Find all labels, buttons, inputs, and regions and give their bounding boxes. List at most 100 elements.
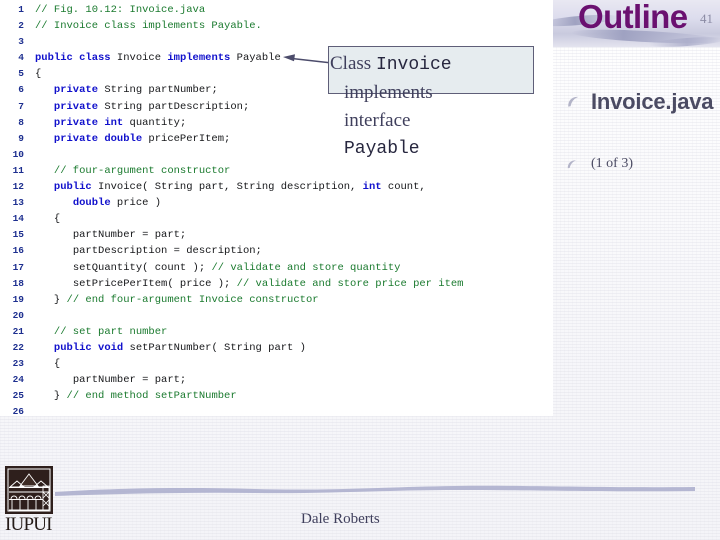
code-line-number: 22	[12, 341, 24, 353]
code-line: 1 // Fig. 10.12: Invoice.java	[0, 2, 463, 18]
code-token: // Fig. 10.12: Invoice.java	[35, 4, 206, 16]
code-token: Invoice( String part, String description…	[98, 181, 363, 194]
code-token: int	[362, 181, 388, 194]
code-line-number: 10	[12, 148, 24, 160]
code-token: String partNumber;	[104, 84, 218, 97]
code-token: // validate and store price per item	[236, 277, 464, 290]
code-token: private int	[53, 116, 130, 129]
code-token: // end method setPartNumber	[66, 390, 237, 403]
code-token: // end four-argument Invoice constructor	[66, 293, 319, 306]
code-line-text: // set part number	[35, 324, 167, 340]
code-line-number: 23	[12, 358, 24, 370]
outline-item-2[interactable]: (1 of 3)	[566, 155, 720, 172]
code-line-number: 5	[18, 68, 24, 80]
callout-line2: implements	[344, 82, 433, 103]
code-token: // set part number	[53, 325, 168, 338]
code-token: // validate and store quantity	[211, 261, 401, 274]
code-line: 15 partNumber = part;	[0, 227, 463, 243]
code-token: private double	[53, 132, 149, 145]
outline-item-label: Invoice.java	[591, 89, 714, 114]
code-line-text: public void setPartNumber( String part )	[35, 340, 306, 356]
code-line: 18 setPricePerItem( price ); // validate…	[0, 276, 464, 292]
code-token: setQuantity( count );	[72, 261, 212, 274]
code-line-number: 9	[18, 132, 24, 144]
code-line-text: partNumber = part;	[35, 227, 186, 243]
code-token: pricePerItem;	[148, 132, 231, 145]
code-line: 25 } // end method setPartNumber	[0, 388, 463, 404]
code-line: 2 // Invoice class implements Payable.	[0, 18, 463, 34]
code-token: {	[53, 358, 61, 371]
code-line: 20	[0, 308, 463, 324]
slide-number: 41	[700, 11, 713, 26]
code-line-text: private String partDescription;	[35, 99, 249, 115]
code-line: 23 {	[0, 356, 463, 372]
code-line-number: 13	[12, 197, 24, 209]
code-line-number: 18	[12, 277, 24, 289]
code-line-text: {	[35, 356, 60, 372]
code-line-number: 19	[12, 293, 24, 305]
code-token: setPricePerItem( price );	[72, 277, 237, 290]
code-line-number: 11	[12, 164, 24, 176]
code-line: 19 } // end four-argument Invoice constr…	[0, 292, 463, 308]
code-line-number: 7	[18, 100, 24, 112]
code-line-number: 12	[12, 181, 24, 193]
callout-line1-code: Invoice	[375, 55, 452, 75]
code-line: 14 {	[0, 211, 463, 227]
code-line-number: 3	[18, 36, 24, 48]
code-token: }	[53, 390, 67, 403]
presentation-slide: 1 // Fig. 10.12: Invoice.java 2 // Invoice …	[0, 0, 720, 540]
outline-item-1[interactable]: Invoice.java	[566, 88, 720, 115]
outline-list: Invoice.java (1 of 3)	[566, 88, 720, 172]
callout-line4-code: Payable	[344, 139, 420, 159]
code-line-number: 16	[12, 245, 24, 257]
code-token: Payable	[236, 52, 281, 65]
callout-line3: interface	[344, 110, 411, 131]
crescent-bullet-icon	[566, 158, 579, 171]
code-line: 13 double price )	[0, 195, 463, 211]
callout-text: Class Invoice implements interface Payab…	[330, 50, 560, 163]
code-line: 17 setQuantity( count ); // validate and…	[0, 260, 463, 276]
code-line-number: 15	[12, 229, 24, 241]
code-token: Invoice	[116, 52, 168, 65]
code-line-text: setQuantity( count ); // validate and st…	[35, 260, 401, 276]
code-line: 12 public Invoice( String part, String d…	[0, 179, 463, 195]
code-line-number: 8	[18, 116, 24, 128]
code-line-number: 2	[18, 20, 24, 32]
code-line-number: 17	[12, 261, 24, 273]
code-line: 22 public void setPartNumber( String par…	[0, 340, 463, 356]
code-line-text: // Fig. 10.12: Invoice.java	[35, 2, 205, 18]
code-token: partNumber = part;	[72, 374, 187, 387]
code-line: 16 partDescription = description;	[0, 243, 463, 259]
code-line: 21 // set part number	[0, 324, 463, 340]
code-token: {	[53, 213, 61, 226]
code-token: String partDescription;	[104, 100, 250, 113]
code-line-text: // four-argument constructor	[35, 163, 230, 179]
code-token: price )	[116, 197, 162, 210]
code-line-number: 14	[12, 213, 24, 225]
code-line-number: 1	[18, 4, 24, 15]
code-token: // four-argument constructor	[53, 164, 231, 177]
code-line-text: public class Invoice implements Payable	[35, 50, 281, 66]
code-line-text: private int quantity;	[35, 115, 186, 131]
code-line-text: public Invoice( String part, String desc…	[35, 179, 426, 195]
iupui-building-logo-icon	[5, 466, 53, 514]
code-line-text: private double pricePerItem;	[35, 131, 230, 147]
code-line-number: 6	[18, 84, 24, 96]
code-line-text: private String partNumber;	[35, 82, 218, 98]
code-line-text: // Invoice class implements Payable.	[35, 18, 262, 34]
code-line-text: } // end method setPartNumber	[35, 388, 237, 404]
code-line-text: partDescription = description;	[35, 243, 262, 259]
code-line: 11 // four-argument constructor	[0, 163, 463, 179]
code-line-text: setPricePerItem( price ); // validate an…	[35, 276, 464, 292]
code-token: setPartNumber( String part )	[129, 341, 306, 354]
iupui-logo: IUPUI	[5, 466, 55, 535]
code-line: 24 partNumber = part;	[0, 372, 463, 388]
logo-wordmark: IUPUI	[5, 514, 52, 535]
code-line: 26	[0, 404, 463, 416]
code-line-text: {	[35, 211, 60, 227]
code-token: public class	[35, 52, 117, 65]
code-line-text: double price )	[35, 195, 161, 211]
code-token: private	[53, 84, 105, 97]
code-line-number: 4	[18, 52, 24, 64]
code-token: count,	[387, 181, 426, 194]
